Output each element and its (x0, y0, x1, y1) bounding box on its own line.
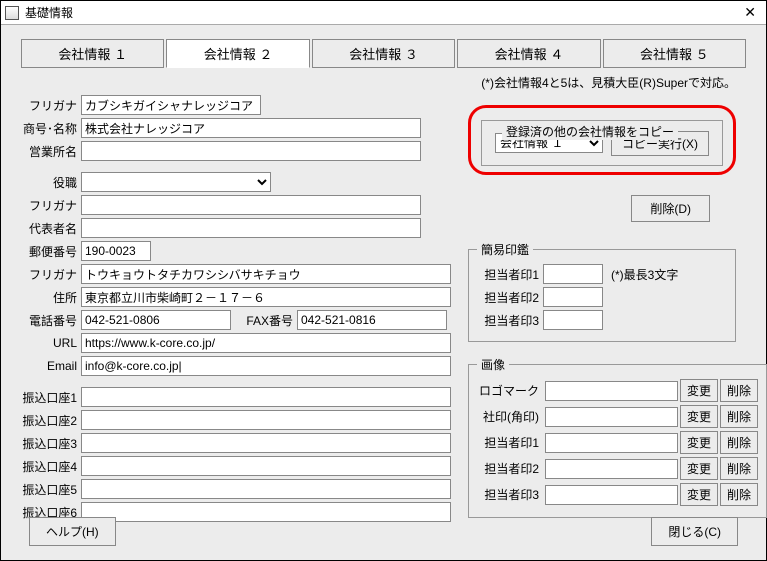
url-input[interactable] (81, 333, 451, 353)
label-furigana2: フリガナ (21, 197, 81, 214)
stamp-group: 簡易印鑑 担当者印1 (*)最長3文字 担当者印2 担当者印3 (468, 241, 736, 342)
copy-legend: 登録済の他の会社情報をコピー (502, 123, 678, 140)
shain-input[interactable] (545, 407, 678, 427)
label-shain: 社印(角印) (477, 408, 543, 425)
label-eigyousho: 営業所名 (21, 143, 81, 160)
logo-input[interactable] (545, 381, 678, 401)
close-icon[interactable]: ✕ (738, 4, 762, 21)
label-stamp1: 担当者印1 (477, 266, 543, 283)
furikomi1-input[interactable] (81, 387, 451, 407)
tab-company-1[interactable]: 会社情報 １ (21, 39, 164, 68)
furigana2-input[interactable] (81, 195, 421, 215)
furikomi5-input[interactable] (81, 479, 451, 499)
shain-change-button[interactable]: 変更 (680, 405, 718, 428)
tab-note: (*)会社情報4と5は、見積大臣(R)Superで対応。 (1, 72, 766, 91)
daihyou-input[interactable] (81, 218, 421, 238)
tel-input[interactable] (81, 310, 231, 330)
label-t1: 担当者印1 (477, 434, 543, 451)
label-furikomi3: 振込口座3 (21, 435, 81, 452)
label-furikomi5: 振込口座5 (21, 481, 81, 498)
close-button[interactable]: 閉じる(C) (651, 517, 738, 546)
stamp1-input[interactable] (543, 264, 603, 284)
eigyousho-input[interactable] (81, 141, 421, 161)
window-title: 基礎情報 (25, 4, 73, 21)
stamp-legend: 簡易印鑑 (477, 241, 533, 258)
tab-company-2[interactable]: 会社情報 ２ (166, 39, 309, 68)
label-shougou: 商号･名称 (21, 120, 81, 137)
label-email: Email (21, 359, 81, 373)
juusho-input[interactable] (81, 287, 451, 307)
label-t3: 担当者印3 (477, 486, 543, 503)
stamp-note: (*)最長3文字 (603, 266, 678, 283)
label-yakushoku: 役職 (21, 174, 81, 191)
shain-delete-button[interactable]: 削除 (720, 405, 758, 428)
label-juusho: 住所 (21, 289, 81, 306)
label-stamp3: 担当者印3 (477, 312, 543, 329)
tab-company-3[interactable]: 会社情報 ３ (312, 39, 455, 68)
label-furikomi1: 振込口座1 (21, 389, 81, 406)
t2-input[interactable] (545, 459, 678, 479)
tab-company-5[interactable]: 会社情報 ５ (603, 39, 746, 68)
label-furikomi2: 振込口座2 (21, 412, 81, 429)
label-url: URL (21, 336, 81, 350)
furikomi2-input[interactable] (81, 410, 451, 430)
logo-change-button[interactable]: 変更 (680, 379, 718, 402)
fax-input[interactable] (297, 310, 447, 330)
yuubin-input[interactable] (81, 241, 151, 261)
t2-delete-button[interactable]: 削除 (720, 457, 758, 480)
logo-delete-button[interactable]: 削除 (720, 379, 758, 402)
email-input[interactable] (81, 356, 451, 376)
t2-change-button[interactable]: 変更 (680, 457, 718, 480)
shougou-input[interactable] (81, 118, 421, 138)
label-logo: ロゴマーク (477, 382, 543, 399)
t3-change-button[interactable]: 変更 (680, 483, 718, 506)
t1-delete-button[interactable]: 削除 (720, 431, 758, 454)
stamp3-input[interactable] (543, 310, 603, 330)
label-furigana1: フリガナ (21, 97, 81, 114)
image-legend: 画像 (477, 356, 509, 373)
app-icon (5, 6, 19, 20)
tab-company-4[interactable]: 会社情報 ４ (457, 39, 600, 68)
label-addr-furigana: フリガナ (21, 266, 81, 283)
label-furikomi4: 振込口座4 (21, 458, 81, 475)
furikomi3-input[interactable] (81, 433, 451, 453)
t1-change-button[interactable]: 変更 (680, 431, 718, 454)
delete-button[interactable]: 削除(D) (631, 195, 710, 222)
label-t2: 担当者印2 (477, 460, 543, 477)
t3-delete-button[interactable]: 削除 (720, 483, 758, 506)
label-fax: FAX番号 (231, 312, 297, 329)
titlebar: 基礎情報 ✕ (1, 1, 766, 25)
tab-bar: 会社情報 １ 会社情報 ２ 会社情報 ３ 会社情報 ４ 会社情報 ５ (1, 25, 766, 72)
image-group: 画像 ロゴマーク変更削除 社印(角印)変更削除 担当者印1変更削除 担当者印2変… (468, 356, 767, 518)
yakushoku-select[interactable] (81, 172, 271, 192)
t1-input[interactable] (545, 433, 678, 453)
addr-furigana-input[interactable] (81, 264, 451, 284)
copy-group: 登録済の他の会社情報をコピー 会社情報 １ コピー実行(X) (468, 105, 736, 175)
label-tel: 電話番号 (21, 312, 81, 329)
label-daihyou: 代表者名 (21, 220, 81, 237)
stamp2-input[interactable] (543, 287, 603, 307)
furigana1-input[interactable] (81, 95, 261, 115)
t3-input[interactable] (545, 485, 678, 505)
label-yuubin: 郵便番号 (21, 243, 81, 260)
help-button[interactable]: ヘルプ(H) (29, 517, 116, 546)
label-stamp2: 担当者印2 (477, 289, 543, 306)
furikomi4-input[interactable] (81, 456, 451, 476)
